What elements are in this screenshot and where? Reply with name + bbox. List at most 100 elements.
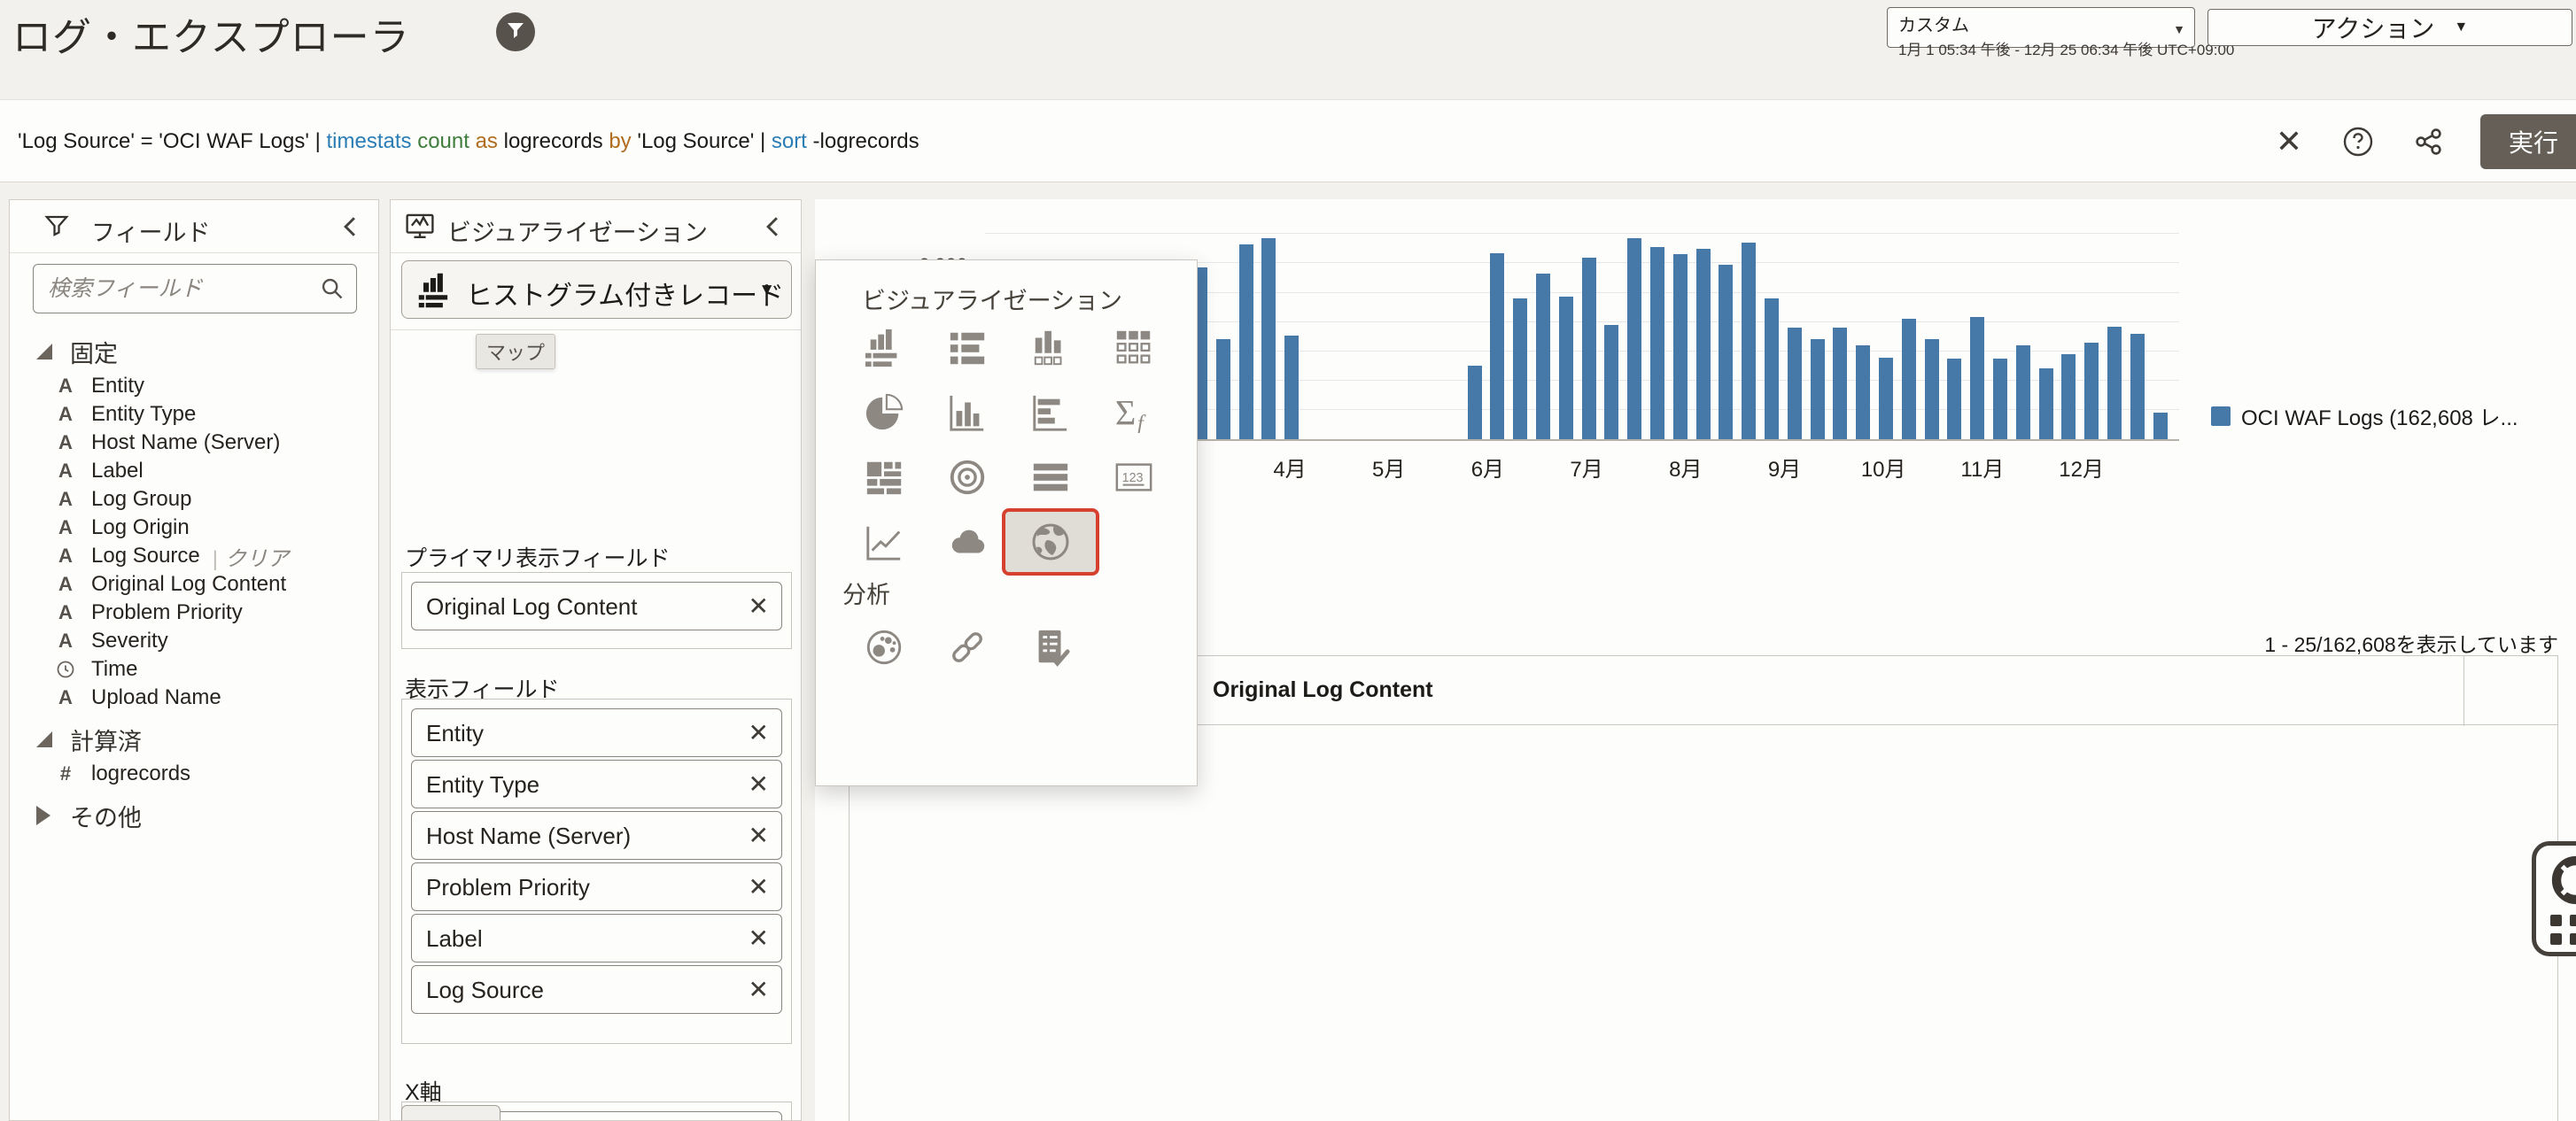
- histogram-bar[interactable]: [2061, 354, 2076, 439]
- summary-table-icon[interactable]: Σf: [1109, 388, 1159, 437]
- field-item[interactable]: A Severity: [10, 627, 378, 655]
- treemap-icon[interactable]: [859, 452, 909, 502]
- chart-legend[interactable]: OCI WAF Logs (162,608 レ...: [2211, 400, 2518, 431]
- query-bar[interactable]: 'Log Source' = 'OCI WAF Logs' | timestat…: [0, 99, 2576, 182]
- histogram-bar[interactable]: [1558, 297, 1573, 439]
- target-icon[interactable]: [943, 452, 992, 502]
- number-icon[interactable]: 123: [1109, 452, 1159, 502]
- histogram-bar[interactable]: [2038, 367, 2053, 439]
- collapse-panel-icon[interactable]: [336, 213, 364, 241]
- histogram-bar[interactable]: [1765, 298, 1779, 439]
- histogram-bar[interactable]: [1901, 319, 1916, 439]
- histogram-icon[interactable]: [1026, 323, 1075, 373]
- field-item[interactable]: A Entity Type: [10, 400, 378, 429]
- histogram-bar[interactable]: [1993, 358, 2007, 439]
- display-field-chip[interactable]: Entity Type ✕: [411, 760, 782, 808]
- field-item[interactable]: A Log Group: [10, 485, 378, 514]
- summarize-icon[interactable]: [1026, 622, 1075, 672]
- help-widget[interactable]: [2532, 841, 2576, 956]
- remove-field-icon[interactable]: ✕: [749, 718, 769, 747]
- line-chart-icon[interactable]: [859, 517, 909, 567]
- histogram-bar[interactable]: [1238, 244, 1253, 439]
- clear-filter-link[interactable]: | クリア: [213, 541, 289, 572]
- viz-type-dropdown[interactable]: ヒストグラム付きレコード ▼: [401, 260, 792, 319]
- records-with-histogram-icon[interactable]: [859, 323, 909, 373]
- histogram-bar[interactable]: [2015, 345, 2030, 439]
- collapse-panel-icon[interactable]: [758, 213, 787, 241]
- section-header[interactable]: その他: [10, 795, 378, 836]
- histogram-bar[interactable]: [1970, 316, 1985, 439]
- histogram-bar[interactable]: [1261, 238, 1276, 439]
- field-item[interactable]: A Upload Name: [10, 684, 378, 712]
- horizontal-stacked-bar-icon[interactable]: [1026, 452, 1075, 502]
- display-field-chip[interactable]: Entity ✕: [411, 708, 782, 757]
- help-icon[interactable]: [2339, 122, 2378, 161]
- histogram-bar[interactable]: [2107, 327, 2122, 439]
- histogram-bar[interactable]: [1284, 335, 1300, 439]
- histogram-bar[interactable]: [1879, 357, 1893, 439]
- column-header-original-log-content[interactable]: Original Log Content: [1213, 677, 1433, 703]
- remove-field-icon[interactable]: ✕: [749, 975, 769, 1004]
- section-header[interactable]: 計算済: [10, 719, 378, 760]
- histogram-bar[interactable]: [1467, 366, 1482, 439]
- remove-field-icon[interactable]: ✕: [749, 769, 769, 799]
- histogram-bar[interactable]: [2130, 333, 2145, 439]
- histogram-bar[interactable]: [2153, 413, 2168, 439]
- map-icon[interactable]: [1002, 507, 1099, 576]
- word-cloud-icon[interactable]: [943, 517, 992, 567]
- actions-button[interactable]: アクション ▼: [2207, 9, 2572, 46]
- display-field-chip[interactable]: Label ✕: [411, 914, 782, 963]
- histogram-bar[interactable]: [1856, 345, 1871, 439]
- histogram-bar[interactable]: [1742, 243, 1757, 439]
- field-item[interactable]: # logrecords: [10, 760, 378, 788]
- field-item[interactable]: A Log Source | クリア: [10, 541, 378, 572]
- section-header[interactable]: 固定: [10, 331, 378, 372]
- field-item[interactable]: A Entity: [10, 372, 378, 400]
- records-icon[interactable]: [1109, 323, 1159, 373]
- histogram-bar[interactable]: [1947, 358, 1962, 439]
- clear-query-button[interactable]: ✕: [2270, 122, 2308, 161]
- run-button[interactable]: 実行: [2480, 114, 2576, 169]
- field-item[interactable]: A Log Origin: [10, 514, 378, 542]
- histogram-bar[interactable]: [1215, 339, 1230, 439]
- histogram-bar[interactable]: [1627, 238, 1642, 439]
- remove-field-icon[interactable]: ✕: [749, 591, 769, 621]
- histogram-bar[interactable]: [1581, 257, 1596, 439]
- remove-field-icon[interactable]: ✕: [749, 821, 769, 850]
- display-field-chip[interactable]: Problem Priority ✕: [411, 862, 782, 911]
- histogram-bar[interactable]: [1490, 252, 1505, 439]
- histogram-bar[interactable]: [1833, 327, 1848, 439]
- pie-chart-icon[interactable]: [859, 388, 909, 437]
- cluster-icon[interactable]: [859, 622, 909, 672]
- histogram-bar[interactable]: [1650, 247, 1664, 439]
- histogram-bar[interactable]: [2084, 342, 2099, 439]
- query-text[interactable]: 'Log Source' = 'OCI WAF Logs' | timestat…: [18, 100, 919, 183]
- histogram-bar[interactable]: [1787, 328, 1802, 439]
- field-item[interactable]: A Problem Priority: [10, 599, 378, 627]
- time-range-picker[interactable]: カスタム 1月 1 05:34 午後 - 12月 25 06:34 午後 UTC…: [1887, 7, 2234, 58]
- apply-button[interactable]: 適用: [401, 1105, 500, 1120]
- share-icon[interactable]: [2409, 122, 2448, 161]
- histogram-bar[interactable]: [1719, 265, 1734, 439]
- display-field-chip[interactable]: Log Source ✕: [411, 965, 782, 1014]
- remove-field-icon[interactable]: ✕: [749, 924, 769, 953]
- link-icon[interactable]: [943, 622, 992, 672]
- remove-field-icon[interactable]: ✕: [749, 872, 769, 901]
- bar-chart-icon[interactable]: [943, 388, 992, 437]
- histogram-bar[interactable]: [1695, 248, 1711, 439]
- search-fields-input[interactable]: [33, 264, 357, 313]
- histogram-bar[interactable]: [1810, 339, 1825, 439]
- primary-field-chip[interactable]: Original Log Content ✕: [411, 582, 782, 630]
- field-item[interactable]: A Original Log Content: [10, 570, 378, 599]
- table-icon[interactable]: [943, 323, 992, 373]
- histogram-bar[interactable]: [1513, 298, 1528, 439]
- histogram-bar[interactable]: [1672, 254, 1688, 439]
- histogram-bar[interactable]: [1536, 274, 1550, 439]
- histogram-bar[interactable]: [1604, 324, 1619, 439]
- display-field-chip[interactable]: Host Name (Server) ✕: [411, 811, 782, 860]
- horizontal-bar-chart-icon[interactable]: [1026, 388, 1075, 437]
- field-item[interactable]: Time: [10, 655, 378, 684]
- filter-badge[interactable]: [496, 12, 535, 51]
- field-item[interactable]: A Host Name (Server): [10, 429, 378, 457]
- histogram-bar[interactable]: [1924, 338, 1939, 439]
